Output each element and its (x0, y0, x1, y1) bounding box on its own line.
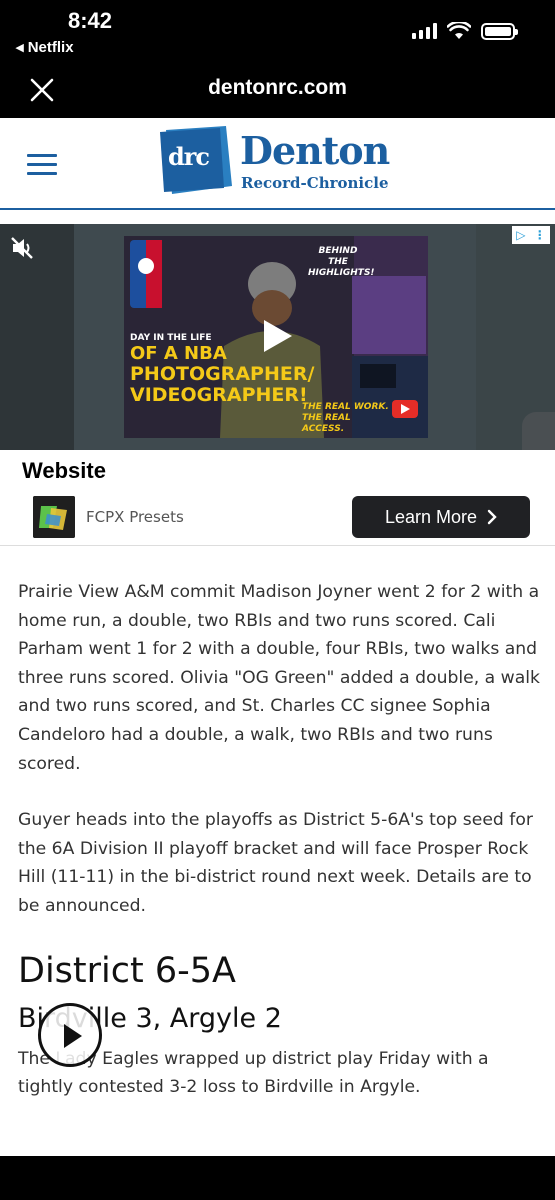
advertiser-logo-icon[interactable] (33, 496, 75, 538)
mute-icon[interactable] (10, 236, 36, 260)
play-icon (64, 1024, 82, 1048)
cellular-signal-icon (412, 23, 437, 39)
status-bar: 8:42 ◂ Netflix (0, 0, 555, 62)
battery-icon (481, 22, 518, 40)
browser-bar: dentonrc.com (0, 62, 555, 118)
ad-thumbnail[interactable]: DAY IN THE LIFE OF A NBA PHOTOGRAPHER/ V… (124, 236, 428, 438)
thumbnail-line4: VIDEOGRAPHER! (130, 383, 308, 406)
thumbnail-line3: PHOTOGRAPHER/ (130, 362, 315, 385)
adchoices-icon[interactable]: ▷ ⋮ (512, 226, 550, 244)
learn-more-label: Learn More (384, 506, 478, 527)
article-paragraph: Guyer heads into the playoffs as Distric… (18, 810, 533, 916)
ad-info: Website FCPX Presets Learn More (0, 450, 555, 546)
ad-title[interactable]: Website (22, 458, 106, 484)
status-icons (412, 22, 518, 40)
wifi-icon (447, 22, 471, 39)
logo-subtitle: Record-Chronicle (241, 174, 389, 192)
site-header: drc Denton Record-Chronicle (0, 118, 555, 210)
logo-mark-text: drc (168, 142, 210, 171)
ad-video[interactable]: ▷ ⋮ DAY IN THE LIFE OF A NBA PHOTOGRAPHE… (0, 224, 555, 538)
thumbnail-behind-text: BEHIND THE HIGHLIGHTS! (308, 246, 375, 278)
site-logo[interactable]: drc Denton Record-Chronicle (160, 124, 400, 198)
thumbnail-real-text: THE REAL WORK. THE REAL ACCESS. (302, 402, 389, 434)
back-to-app-link[interactable]: ◂ Netflix (16, 38, 74, 56)
section-heading: District 6-5A (18, 950, 236, 991)
bottom-bar (0, 1156, 555, 1200)
logo-name: Denton (240, 128, 390, 173)
play-icon[interactable] (262, 318, 294, 354)
web-page: drc Denton Record-Chronicle ▷ ⋮ DAY IN T… (0, 118, 555, 1156)
audio-play-button[interactable] (38, 1003, 102, 1067)
article-paragraph: Prairie View A&M commit Madison Joyner w… (18, 582, 540, 774)
chevron-right-icon (487, 509, 497, 525)
status-time: 8:42 (68, 8, 113, 33)
learn-more-button[interactable]: Learn More (352, 496, 530, 538)
url-label[interactable]: dentonrc.com (0, 76, 555, 100)
menu-icon[interactable] (27, 154, 57, 176)
advertiser-name[interactable]: FCPX Presets (86, 508, 184, 526)
